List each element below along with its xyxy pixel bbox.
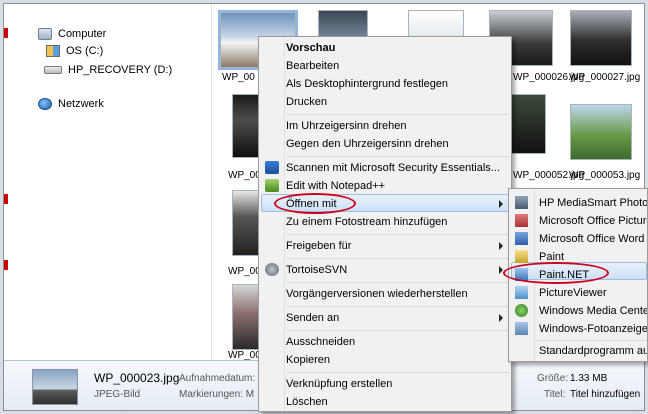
menu-item-copy[interactable]: Kopieren <box>286 351 330 369</box>
size-label: Größe: <box>537 373 569 384</box>
menu-item-open-with[interactable]: Öffnen mit <box>286 195 337 213</box>
submenu-arrow-icon <box>499 314 503 322</box>
edge-marker <box>4 194 8 204</box>
menu-separator <box>287 114 509 115</box>
file-thumbnail[interactable] <box>570 10 632 66</box>
menu-item-add-to-photostream[interactable]: Zu einem Fotostream hinzufügen <box>286 213 447 231</box>
submenu-item-paint[interactable]: Paint <box>539 248 564 266</box>
submenu-item-photo-viewer[interactable]: Windows-Fotoanzeige <box>539 320 647 338</box>
submenu-arrow-icon <box>499 266 503 274</box>
submenu-item-choose-default[interactable]: Standardprogramm auswä <box>539 342 647 360</box>
menu-separator <box>287 282 509 283</box>
file-type: JPEG-Bild <box>94 389 141 400</box>
nav-item-label: Netzwerk <box>58 98 104 110</box>
network-icon <box>38 98 52 110</box>
paint-icon <box>515 250 528 263</box>
file-label[interactable]: WP_00 <box>228 170 261 181</box>
file-label[interactable]: WP_000053.jpg <box>569 170 640 181</box>
menu-item-set-wallpaper[interactable]: Als Desktophintergrund festlegen <box>286 75 448 93</box>
menu-item-send-to[interactable]: Senden an <box>286 309 339 327</box>
office-picture-manager-icon <box>515 214 528 227</box>
title-label: Titel: <box>544 389 566 400</box>
menu-separator <box>287 372 509 373</box>
word-icon <box>515 232 528 245</box>
submenu-arrow-icon <box>499 200 503 208</box>
tortoisesvn-icon <box>265 263 279 276</box>
submenu-item-office-picture-manager[interactable]: Microsoft Office Picture M <box>539 212 647 230</box>
menu-item-share-with[interactable]: Freigeben für <box>286 237 351 255</box>
menu-item-print[interactable]: Drucken <box>286 93 327 111</box>
capture-date-label: Aufnahmedatum: 03 <box>179 373 270 384</box>
nav-item-label: OS (C:) <box>66 45 104 57</box>
submenu-item-hp-mediasmart[interactable]: HP MediaSmart Photo Ma <box>539 194 647 212</box>
menu-icon-gutter <box>259 37 285 411</box>
menu-separator <box>537 340 647 341</box>
notepad-plus-plus-icon <box>265 179 279 192</box>
submenu-item-pictureviewer[interactable]: PictureViewer <box>539 284 607 302</box>
menu-item-notepad[interactable]: Edit with Notepad++ <box>286 177 385 195</box>
submenu-item-paintnet[interactable]: Paint.NET <box>539 266 589 284</box>
menu-item-rotate-counterclockwise[interactable]: Gegen den Uhrzeigersinn drehen <box>286 135 449 153</box>
photo-viewer-icon <box>515 322 528 335</box>
selected-file-preview <box>32 369 78 405</box>
computer-icon <box>38 28 52 40</box>
hp-mediasmart-icon <box>515 196 528 209</box>
size-value: 1.33 MB <box>570 373 608 384</box>
menu-item-tortoisesvn[interactable]: TortoiseSVN <box>286 261 347 279</box>
menu-separator <box>287 330 509 331</box>
submenu-item-media-center[interactable]: Windows Media Center <box>539 302 647 320</box>
menu-item-delete[interactable]: Löschen <box>286 393 328 411</box>
menu-item-create-shortcut[interactable]: Verknüpfung erstellen <box>286 375 392 393</box>
submenu-arrow-icon <box>499 242 503 250</box>
selected-file-name: WP_000023.jpg <box>94 371 180 385</box>
context-menu: Vorschau Bearbeiten Als Desktophintergru… <box>258 36 512 412</box>
nav-item-recovery-drive[interactable]: HP_RECOVERY (D:) <box>44 64 172 76</box>
title-field[interactable]: Titel hinzufügen <box>570 389 640 400</box>
nav-item-label: HP_RECOVERY (D:) <box>68 64 173 76</box>
drive-icon <box>44 66 62 74</box>
pictureviewer-icon <box>515 286 528 299</box>
file-thumbnail[interactable] <box>570 104 632 160</box>
menu-item-restore-previous-versions[interactable]: Vorgängerversionen wiederherstellen <box>286 285 468 303</box>
navigation-pane: Computer OS (C:) HP_RECOVERY (D:) Netzwe… <box>4 4 212 360</box>
nav-item-network[interactable]: Netzwerk <box>38 98 104 110</box>
menu-item-rotate-clockwise[interactable]: Im Uhrzeigersinn drehen <box>286 117 406 135</box>
edge-marker <box>4 28 8 38</box>
tags-label: Markierungen: M <box>179 389 255 400</box>
security-essentials-icon <box>265 161 279 174</box>
media-center-icon <box>515 304 528 317</box>
menu-separator <box>287 156 509 157</box>
drive-icon <box>46 45 60 57</box>
menu-item-edit[interactable]: Bearbeiten <box>286 57 339 75</box>
menu-separator <box>287 306 509 307</box>
nav-item-os-drive[interactable]: OS (C:) <box>46 45 103 57</box>
file-label[interactable]: WP_000027.jpg <box>569 72 640 83</box>
file-label[interactable]: WP_00 <box>228 266 261 277</box>
menu-item-scan[interactable]: Scannen mit Microsoft Security Essential… <box>286 159 500 177</box>
menu-item-preview[interactable]: Vorschau <box>286 39 335 57</box>
submenu-item-word[interactable]: Microsoft Office Word <box>539 230 644 248</box>
menu-item-cut[interactable]: Ausschneiden <box>286 333 355 351</box>
edge-marker <box>4 260 8 270</box>
nav-item-computer[interactable]: Computer <box>38 28 106 40</box>
open-with-submenu: HP MediaSmart Photo Ma Microsoft Office … <box>508 188 648 362</box>
menu-separator <box>287 258 509 259</box>
nav-item-label: Computer <box>58 28 107 40</box>
menu-separator <box>287 234 509 235</box>
paintnet-icon <box>515 268 528 281</box>
file-label[interactable]: WP_00 <box>222 72 255 83</box>
